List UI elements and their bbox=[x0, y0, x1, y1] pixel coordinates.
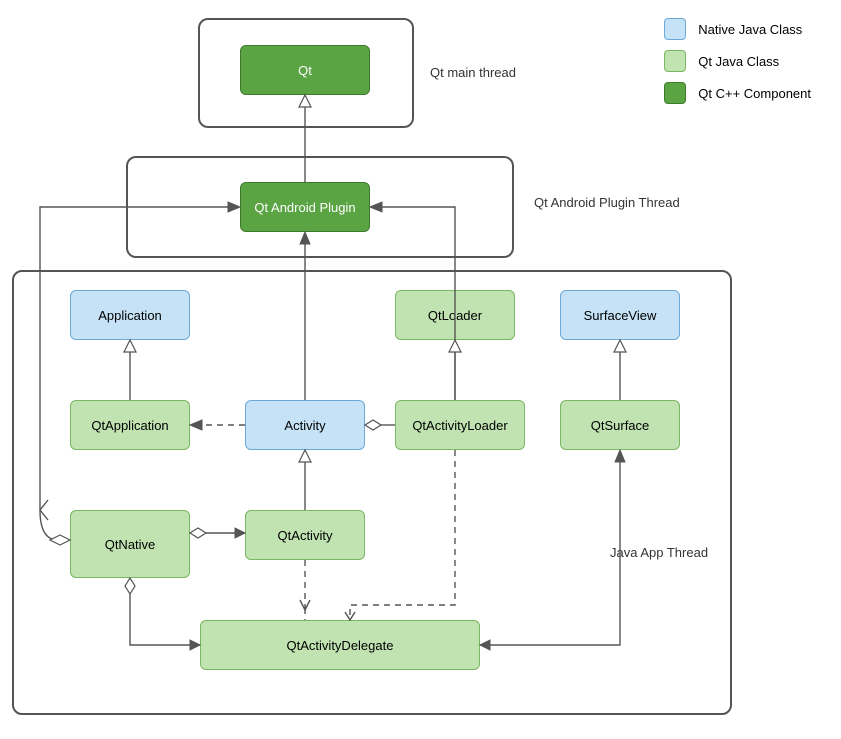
node-label: Qt bbox=[298, 63, 312, 78]
legend-row-qtjava: Qt Java Class bbox=[664, 50, 811, 72]
node-surfaceview: SurfaceView bbox=[560, 290, 680, 340]
node-activity: Activity bbox=[245, 400, 365, 450]
node-qt-android-plugin: Qt Android Plugin bbox=[240, 182, 370, 232]
legend: Native Java Class Qt Java Class Qt C++ C… bbox=[664, 18, 811, 114]
label-java-app-thread: Java App Thread bbox=[610, 545, 708, 560]
node-label: QtLoader bbox=[428, 308, 482, 323]
node-label: QtActivity bbox=[278, 528, 333, 543]
diagram-stage: Native Java Class Qt Java Class Qt C++ C… bbox=[0, 0, 841, 739]
node-qtnative: QtNative bbox=[70, 510, 190, 578]
node-qt: Qt bbox=[240, 45, 370, 95]
node-label: Activity bbox=[284, 418, 325, 433]
node-label: QtActivityLoader bbox=[412, 418, 507, 433]
swatch-qt-cpp bbox=[664, 82, 686, 104]
legend-row-native: Native Java Class bbox=[664, 18, 811, 40]
node-label: QtSurface bbox=[591, 418, 650, 433]
node-label: Qt Android Plugin bbox=[254, 200, 355, 215]
node-qtactivityloader: QtActivityLoader bbox=[395, 400, 525, 450]
node-qtapplication: QtApplication bbox=[70, 400, 190, 450]
node-qtactivity: QtActivity bbox=[245, 510, 365, 560]
node-qtactivitydelegate: QtActivityDelegate bbox=[200, 620, 480, 670]
node-label: QtApplication bbox=[91, 418, 168, 433]
swatch-native-java bbox=[664, 18, 686, 40]
legend-label: Native Java Class bbox=[698, 22, 802, 37]
legend-label: Qt C++ Component bbox=[698, 86, 811, 101]
label-qt-main-thread: Qt main thread bbox=[430, 65, 516, 80]
legend-row-qtcpp: Qt C++ Component bbox=[664, 82, 811, 104]
swatch-qt-java bbox=[664, 50, 686, 72]
label-qt-android-plugin-thread: Qt Android Plugin Thread bbox=[534, 195, 684, 210]
legend-label: Qt Java Class bbox=[698, 54, 779, 69]
node-label: SurfaceView bbox=[584, 308, 657, 323]
node-qtloader: QtLoader bbox=[395, 290, 515, 340]
node-label: QtActivityDelegate bbox=[287, 638, 394, 653]
node-application: Application bbox=[70, 290, 190, 340]
node-qtsurface: QtSurface bbox=[560, 400, 680, 450]
node-label: Application bbox=[98, 308, 162, 323]
node-label: QtNative bbox=[105, 537, 156, 552]
